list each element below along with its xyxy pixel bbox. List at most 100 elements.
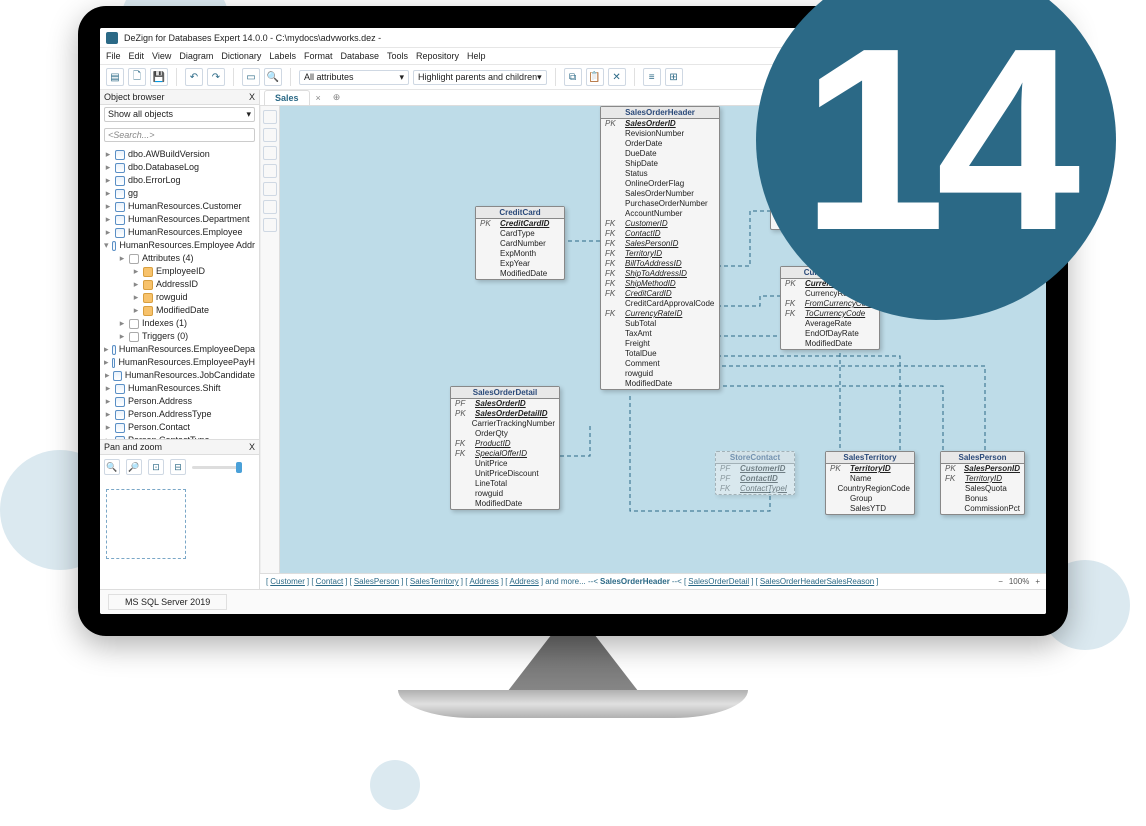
menu-file[interactable]: File bbox=[106, 51, 121, 61]
note-tool[interactable] bbox=[263, 182, 277, 196]
new-button[interactable]: ▤ bbox=[106, 68, 124, 86]
expander-icon[interactable]: ▸ bbox=[104, 395, 112, 408]
entity-salesperson[interactable]: SalesPersonPKSalesPersonIDFKTerritoryIDS… bbox=[940, 451, 1025, 515]
close-icon[interactable]: X bbox=[249, 92, 255, 102]
tree-item[interactable]: ▸Person.Contact bbox=[102, 421, 257, 434]
breadcrumb-link[interactable]: SalesTerritory bbox=[410, 577, 459, 586]
expander-icon[interactable]: ▸ bbox=[104, 343, 109, 356]
highlight-dropdown[interactable]: Highlight parents and children▾ bbox=[413, 70, 547, 85]
expander-icon[interactable]: ▸ bbox=[104, 161, 112, 174]
undo-button[interactable]: ↶ bbox=[185, 68, 203, 86]
menu-diagram[interactable]: Diagram bbox=[179, 51, 213, 61]
tree-item[interactable]: ▸AddressID bbox=[130, 278, 257, 291]
attributes-dropdown[interactable]: All attributes▾ bbox=[299, 70, 409, 85]
expander-icon[interactable]: ▸ bbox=[104, 200, 112, 213]
view-tool[interactable] bbox=[263, 164, 277, 178]
minimap[interactable] bbox=[106, 489, 186, 559]
expander-icon[interactable]: ▸ bbox=[132, 291, 140, 304]
zoom-button[interactable]: 🔍 bbox=[264, 68, 282, 86]
tree-item[interactable]: ▸Triggers (0) bbox=[116, 330, 257, 343]
paste-button[interactable]: 📋 bbox=[586, 68, 604, 86]
tree-item[interactable]: ▸gg bbox=[102, 187, 257, 200]
tree-item[interactable]: ▸HumanResources.Department bbox=[102, 213, 257, 226]
align-button[interactable]: ≡ bbox=[643, 68, 661, 86]
expander-icon[interactable]: ▸ bbox=[104, 408, 112, 421]
close-icon[interactable]: X bbox=[249, 442, 255, 452]
tree-item[interactable]: ▸rowguid bbox=[130, 291, 257, 304]
tree-item[interactable]: ▸HumanResources.EmployeeDepa bbox=[102, 343, 257, 356]
entity-storecontact[interactable]: StoreContactPFCustomerIDPFContactIDFKCon… bbox=[715, 451, 795, 495]
tree-item[interactable]: ▸HumanResources.JobCandidate bbox=[102, 369, 257, 382]
expander-icon[interactable]: ▸ bbox=[132, 304, 140, 317]
tree-item[interactable]: ▸HumanResources.EmployeePayH bbox=[102, 356, 257, 369]
text-tool[interactable] bbox=[263, 200, 277, 214]
entity-tool[interactable] bbox=[263, 128, 277, 142]
tab-sales[interactable]: Sales bbox=[264, 90, 310, 105]
pointer-tool[interactable] bbox=[263, 110, 277, 124]
tree-item[interactable]: ▸HumanResources.Shift bbox=[102, 382, 257, 395]
zoom-in-button[interactable]: + bbox=[1035, 577, 1040, 586]
expander-icon[interactable]: ▸ bbox=[118, 330, 126, 343]
breadcrumb-link[interactable]: Address bbox=[469, 577, 498, 586]
menu-edit[interactable]: Edit bbox=[129, 51, 145, 61]
delete-button[interactable]: ✕ bbox=[608, 68, 626, 86]
entity-salesorderheader[interactable]: SalesOrderHeaderPKSalesOrderIDRevisionNu… bbox=[600, 106, 720, 390]
tree-item[interactable]: ▸Person.Address bbox=[102, 395, 257, 408]
tree-item[interactable]: ▾HumanResources.Employee Addr bbox=[102, 239, 257, 252]
relationship-tool[interactable] bbox=[263, 146, 277, 160]
expander-icon[interactable]: ▸ bbox=[104, 356, 109, 369]
breadcrumb-link[interactable]: Customer bbox=[270, 577, 305, 586]
breadcrumb-link[interactable]: SalesOrderDetail bbox=[688, 577, 749, 586]
expander-icon[interactable]: ▸ bbox=[104, 213, 112, 226]
tab-close-icon[interactable]: × bbox=[310, 91, 327, 105]
menu-format[interactable]: Format bbox=[304, 51, 333, 61]
tree-item[interactable]: ▸dbo.DatabaseLog bbox=[102, 161, 257, 174]
shape-tool[interactable] bbox=[263, 218, 277, 232]
menu-dictionary[interactable]: Dictionary bbox=[221, 51, 261, 61]
expander-icon[interactable]: ▸ bbox=[104, 369, 110, 382]
menu-database[interactable]: Database bbox=[340, 51, 379, 61]
entity-salesterritory[interactable]: SalesTerritoryPKTerritoryIDNameCountryRe… bbox=[825, 451, 915, 515]
tree-item[interactable]: ▸dbo.ErrorLog bbox=[102, 174, 257, 187]
object-tree[interactable]: ▸dbo.AWBuildVersion▸dbo.DatabaseLog▸dbo.… bbox=[100, 146, 259, 439]
zoom-in-icon[interactable]: 🔍 bbox=[104, 459, 120, 475]
expander-icon[interactable]: ▸ bbox=[104, 187, 112, 200]
expander-icon[interactable]: ▸ bbox=[132, 265, 140, 278]
menu-labels[interactable]: Labels bbox=[269, 51, 296, 61]
layout-button[interactable]: ⊞ bbox=[665, 68, 683, 86]
copy-button[interactable]: ⧉ bbox=[564, 68, 582, 86]
tab-add-icon[interactable]: ⊕ bbox=[327, 90, 347, 105]
tree-item[interactable]: ▸EmployeeID bbox=[130, 265, 257, 278]
tree-item[interactable]: ▸Attributes (4) bbox=[116, 252, 257, 265]
menu-view[interactable]: View bbox=[152, 51, 171, 61]
tree-item[interactable]: ▸Person.AddressType bbox=[102, 408, 257, 421]
expander-icon[interactable]: ▸ bbox=[104, 382, 112, 395]
breadcrumb-link[interactable]: Address bbox=[509, 577, 538, 586]
zoom-slider[interactable] bbox=[192, 466, 242, 469]
menu-tools[interactable]: Tools bbox=[387, 51, 408, 61]
expander-icon[interactable]: ▸ bbox=[118, 317, 126, 330]
expander-icon[interactable]: ▸ bbox=[118, 252, 126, 265]
save-button[interactable]: 💾 bbox=[150, 68, 168, 86]
expander-icon[interactable]: ▸ bbox=[104, 148, 112, 161]
zoom-100-icon[interactable]: ⊟ bbox=[170, 459, 186, 475]
expander-icon[interactable]: ▸ bbox=[132, 278, 140, 291]
tree-item[interactable]: ▸HumanResources.Employee bbox=[102, 226, 257, 239]
expander-icon[interactable]: ▸ bbox=[104, 174, 112, 187]
breadcrumb-link[interactable]: Contact bbox=[316, 577, 344, 586]
redo-button[interactable]: ↷ bbox=[207, 68, 225, 86]
search-input[interactable]: <Search...> bbox=[104, 128, 255, 142]
tree-item[interactable]: ▸dbo.AWBuildVersion bbox=[102, 148, 257, 161]
expander-icon[interactable]: ▸ bbox=[104, 421, 112, 434]
zoom-out-button[interactable]: − bbox=[998, 577, 1003, 586]
tree-item[interactable]: ▸ModifiedDate bbox=[130, 304, 257, 317]
expander-icon[interactable]: ▸ bbox=[104, 226, 112, 239]
entity-creditcard[interactable]: CreditCardPKCreditCardIDCardTypeCardNumb… bbox=[475, 206, 565, 280]
breadcrumb-link[interactable]: SalesOrderHeaderSalesReason bbox=[760, 577, 874, 586]
object-filter-dropdown[interactable]: Show all objects▾ bbox=[104, 107, 255, 122]
breadcrumb-link[interactable]: SalesPerson bbox=[354, 577, 399, 586]
expander-icon[interactable]: ▾ bbox=[104, 239, 109, 252]
entity-salesorderdetail[interactable]: SalesOrderDetailPFSalesOrderIDPKSalesOrd… bbox=[450, 386, 560, 510]
zoom-out-icon[interactable]: 🔎 bbox=[126, 459, 142, 475]
open-button[interactable]: 🗋 bbox=[128, 68, 146, 86]
